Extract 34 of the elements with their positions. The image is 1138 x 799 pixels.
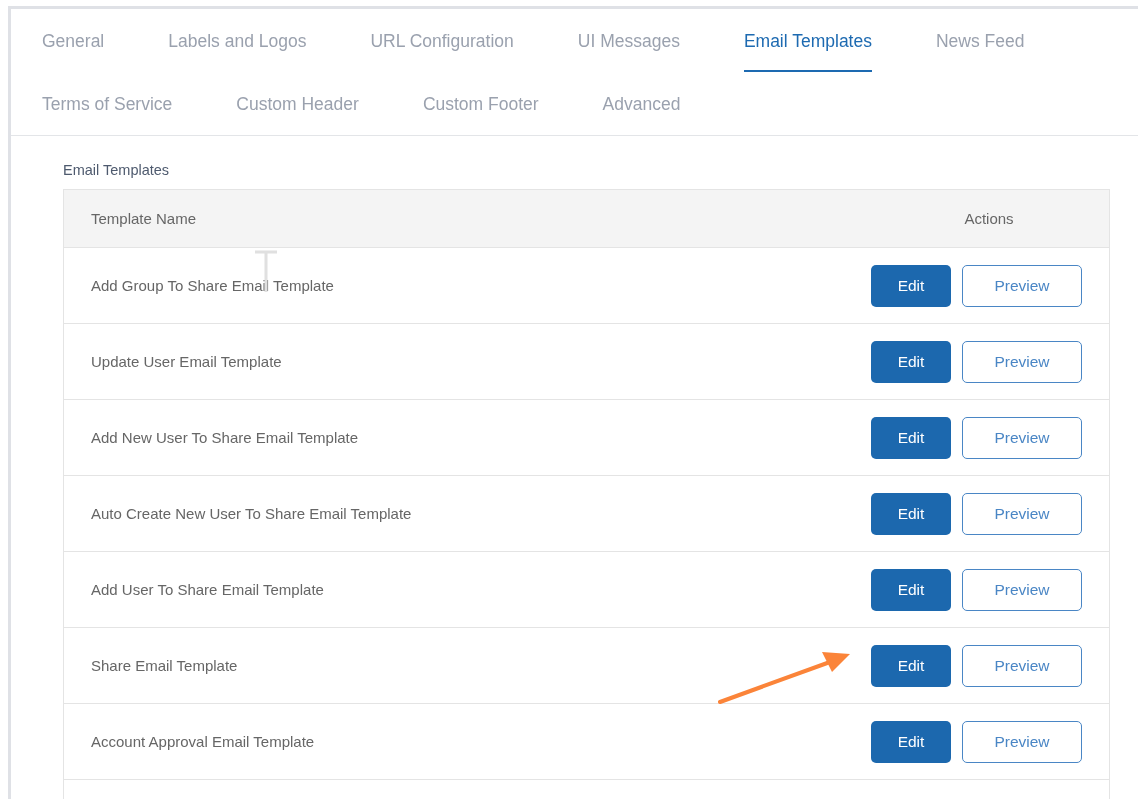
template-name: Add Group To Share Email Template (91, 277, 335, 294)
tab[interactable]: Custom Footer (422, 72, 539, 135)
tab[interactable]: Email Templates (743, 9, 872, 72)
template-name: Auto Create New User To Share Email Template (91, 505, 413, 522)
column-header: Template Name (91, 210, 198, 227)
template-name: Update User Email Template (91, 353, 283, 370)
template-name: Add User To Share Email Template (91, 581, 325, 598)
edit-button[interactable]: Edit (871, 416, 951, 459)
edit-button[interactable]: Edit (871, 644, 951, 687)
tab[interactable]: UI Messages (577, 9, 680, 72)
template-name: Add New User To Share Email Template (91, 429, 360, 446)
edit-button[interactable]: Edit (871, 568, 951, 611)
edit-button[interactable]: Edit (871, 720, 951, 763)
tab[interactable]: Terms of Service (42, 72, 173, 135)
tab[interactable]: General (42, 9, 105, 72)
edit-button[interactable]: Edit (871, 264, 951, 307)
template-name: Account Approval Email Template (91, 733, 316, 750)
edit-button[interactable]: Edit (871, 340, 951, 383)
column-header: Actions (963, 210, 1015, 227)
tab[interactable]: Advanced (602, 72, 681, 135)
template-name: Share Email Template (91, 657, 239, 674)
tab[interactable]: Labels and Logos (168, 9, 307, 72)
preview-button[interactable]: Preview (962, 340, 1082, 383)
tab[interactable]: Custom Header (236, 72, 359, 135)
preview-button[interactable]: Preview (962, 264, 1082, 307)
tab[interactable]: News Feed (935, 9, 1025, 72)
edit-button[interactable]: Edit (871, 492, 951, 535)
preview-button[interactable]: Preview (962, 720, 1082, 763)
preview-button[interactable]: Preview (962, 416, 1082, 459)
preview-button[interactable]: Preview (962, 492, 1082, 535)
tab[interactable]: URL Configuration (370, 9, 514, 72)
section-title: Email Templates (63, 161, 171, 180)
preview-button[interactable]: Preview (962, 568, 1082, 611)
preview-button[interactable]: Preview (962, 644, 1082, 687)
